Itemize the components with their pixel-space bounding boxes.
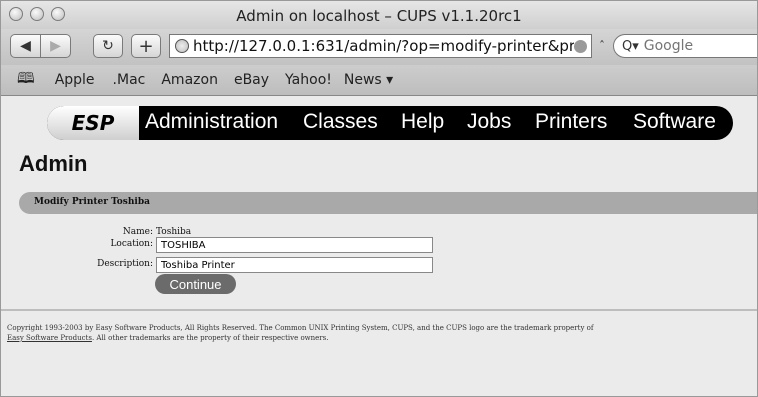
- search-field[interactable]: Q▾: [613, 34, 757, 58]
- back-arrow-icon: ◀: [20, 38, 31, 54]
- description-label: Description:: [97, 259, 153, 269]
- nav-help[interactable]: Help: [401, 110, 444, 134]
- reload-button[interactable]: ↻: [93, 34, 123, 58]
- back-button[interactable]: ◀: [10, 34, 41, 58]
- reload-icon: ↻: [102, 38, 114, 54]
- cups-navbar: ESP Administration Classes Help Jobs Pri…: [47, 106, 733, 140]
- snapback-icon[interactable]: [574, 39, 587, 53]
- name-value: Toshiba: [156, 227, 192, 237]
- nav-software[interactable]: Software: [633, 110, 716, 134]
- plus-icon: +: [138, 35, 154, 57]
- window-title: Admin on localhost – CUPS v1.1.20rc1: [236, 7, 522, 25]
- description-field[interactable]: [156, 257, 433, 273]
- nav-jobs[interactable]: Jobs: [467, 110, 511, 134]
- title-bar: Admin on localhost – CUPS v1.1.20rc1: [1, 1, 757, 29]
- bookmark-amazon[interactable]: Amazon: [161, 72, 218, 88]
- location-label: Location:: [110, 239, 153, 249]
- forward-arrow-icon: ▶: [50, 38, 61, 54]
- nav-administration[interactable]: Administration: [145, 110, 278, 134]
- bookmark-apple[interactable]: Apple: [55, 72, 95, 88]
- esp-logo[interactable]: ESP: [47, 106, 139, 140]
- section-title: Modify Printer Toshiba: [34, 197, 150, 207]
- book-icon[interactable]: 🕮: [17, 68, 35, 93]
- footer-link-esp[interactable]: Easy Software Products: [7, 334, 92, 342]
- bookmark-yahoo[interactable]: Yahoo!: [285, 72, 332, 88]
- footer-copyright: Copyright 1993-2003 by Easy Software Pro…: [7, 323, 752, 343]
- search-icon: Q▾: [622, 38, 639, 54]
- divider: [1, 309, 757, 311]
- page-title: Admin: [19, 151, 88, 176]
- address-bar[interactable]: http://127.0.0.1:631/admin/?op=modify-pr…: [169, 34, 592, 58]
- footer-line2: . All other trademarks are the property …: [91, 334, 329, 342]
- browser-window: Admin on localhost – CUPS v1.1.20rc1 ◀ ▶…: [0, 0, 758, 397]
- toolbar: ◀ ▶ ↻ + http://127.0.0.1:631/admin/?op=m…: [1, 29, 757, 65]
- add-bookmark-button[interactable]: +: [131, 34, 161, 58]
- forward-button[interactable]: ▶: [40, 34, 71, 58]
- url-text: http://127.0.0.1:631/admin/?op=modify-pr…: [193, 37, 574, 55]
- nav-printers[interactable]: Printers: [535, 110, 607, 134]
- bookmark-mac[interactable]: .Mac: [113, 72, 146, 88]
- bookmark-ebay[interactable]: eBay: [234, 72, 269, 88]
- search-input[interactable]: [641, 37, 736, 55]
- bookmark-news[interactable]: News ▾: [344, 72, 393, 88]
- continue-button[interactable]: Continue: [155, 274, 236, 294]
- section-header-bar: Modify Printer Toshiba: [19, 192, 757, 214]
- bookmarks-bar: 🕮 Apple .Mac Amazon eBay Yahoo! News ▾: [1, 65, 757, 96]
- resize-grip-icon: ˆ: [599, 39, 605, 53]
- location-field[interactable]: [156, 237, 433, 253]
- name-label: Name:: [122, 227, 153, 237]
- globe-icon: [175, 39, 189, 53]
- nav-classes[interactable]: Classes: [303, 110, 378, 134]
- footer-line1: Copyright 1993-2003 by Easy Software Pro…: [7, 324, 594, 332]
- page-content: ESP Administration Classes Help Jobs Pri…: [1, 96, 757, 396]
